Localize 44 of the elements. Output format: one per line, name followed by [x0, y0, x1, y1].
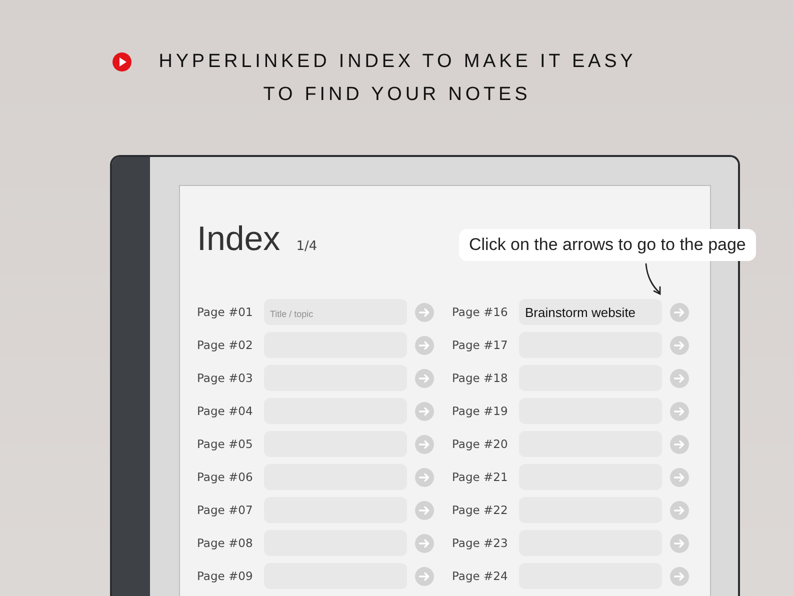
- arrow-right-icon[interactable]: [415, 566, 434, 586]
- page-label: Page #19: [452, 404, 509, 418]
- page-label: Page #20: [452, 437, 509, 451]
- title-field[interactable]: Title / topic: [264, 299, 407, 325]
- headline: TO FIND YOUR NOTES: [263, 84, 531, 106]
- page-label: Page #24: [452, 569, 509, 583]
- page-label: Page #03: [197, 371, 254, 385]
- arrow-right-icon[interactable]: [670, 302, 689, 322]
- page-label: Page #09: [197, 569, 254, 583]
- arrow-right-icon[interactable]: [415, 368, 434, 388]
- page-label: Page #22: [452, 503, 509, 517]
- page-title: Index: [197, 220, 280, 259]
- play-icon: [112, 52, 132, 72]
- arrow-right-icon[interactable]: [670, 566, 689, 586]
- arrow-right-icon[interactable]: [415, 402, 434, 420]
- page-label: Page #06: [197, 470, 254, 484]
- page-label: Page #08: [197, 536, 254, 550]
- arrow-right-icon[interactable]: [415, 336, 434, 354]
- arrow-right-icon[interactable]: [415, 500, 434, 520]
- arrow-right-icon[interactable]: [670, 336, 689, 354]
- arrow-right-icon[interactable]: [670, 368, 689, 388]
- arrow-right-icon[interactable]: [670, 434, 689, 454]
- title-field[interactable]: Brainstorm website: [519, 299, 662, 325]
- page-label: Page #16: [452, 305, 509, 319]
- arrow-right-icon[interactable]: [670, 534, 689, 552]
- page-label: Page #02: [197, 338, 254, 352]
- arrow-right-icon[interactable]: [670, 402, 689, 420]
- arrow-right-icon[interactable]: [415, 434, 434, 454]
- arrow-right-icon[interactable]: [670, 468, 689, 486]
- callout-note: Click on the arrows to go to the page: [459, 229, 756, 261]
- page-label: Page #18: [452, 371, 509, 385]
- page-label: Page #05: [197, 437, 254, 451]
- arrow-right-icon[interactable]: [415, 534, 434, 552]
- arrow-right-icon[interactable]: [670, 500, 689, 520]
- arrow-right-icon[interactable]: [415, 468, 434, 486]
- headline: HYPERLINKED INDEX TO MAKE IT EASY: [158, 51, 636, 73]
- page-label: Page #17: [452, 338, 509, 352]
- page-label: Page #01: [197, 305, 254, 319]
- arrow-right-icon[interactable]: [415, 302, 434, 322]
- page-label: Page #23: [452, 536, 509, 550]
- page-label: Page #04: [197, 404, 254, 418]
- page-label: Page #21: [452, 470, 509, 484]
- page-label: Page #07: [197, 503, 254, 517]
- page-indicator: 1/4: [296, 239, 318, 254]
